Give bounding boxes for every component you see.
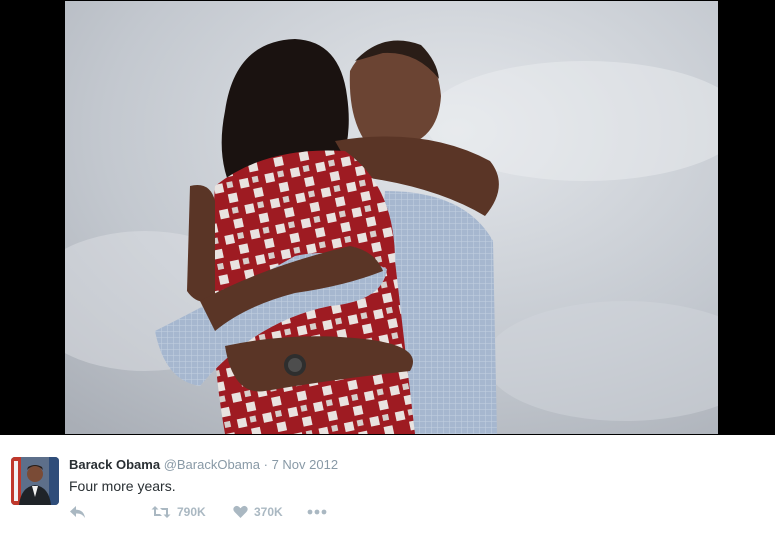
timestamp[interactable]: 7 Nov 2012	[272, 457, 339, 472]
tweet-text: Four more years.	[69, 478, 176, 494]
like-count: 370K	[254, 505, 283, 519]
media-frame	[0, 0, 775, 435]
heart-icon	[233, 505, 248, 519]
retweet-icon	[151, 505, 171, 519]
avatar-image	[11, 457, 59, 505]
fullname[interactable]: Barack Obama	[69, 457, 160, 472]
more-button[interactable]	[307, 509, 327, 515]
tweet-header: Barack Obama @BarackObama · 7 Nov 2012	[69, 457, 338, 473]
reply-icon	[69, 505, 86, 519]
avatar[interactable]	[11, 457, 59, 505]
retweet-button[interactable]: 790K	[151, 505, 233, 519]
tweet-content: Barack Obama @BarackObama · 7 Nov 2012 F…	[69, 457, 338, 495]
more-dots-icon	[307, 509, 327, 515]
photo-illustration	[65, 1, 718, 434]
tweet-photo[interactable]	[65, 1, 718, 434]
tweet: Barack Obama @BarackObama · 7 Nov 2012 F…	[0, 435, 775, 543]
separator: ·	[263, 457, 268, 472]
tweet-actions: 790K 370K	[69, 503, 327, 521]
like-button[interactable]: 370K	[233, 505, 307, 519]
retweet-count: 790K	[177, 505, 206, 519]
reply-button[interactable]	[69, 505, 151, 519]
username[interactable]: @BarackObama	[164, 457, 260, 472]
